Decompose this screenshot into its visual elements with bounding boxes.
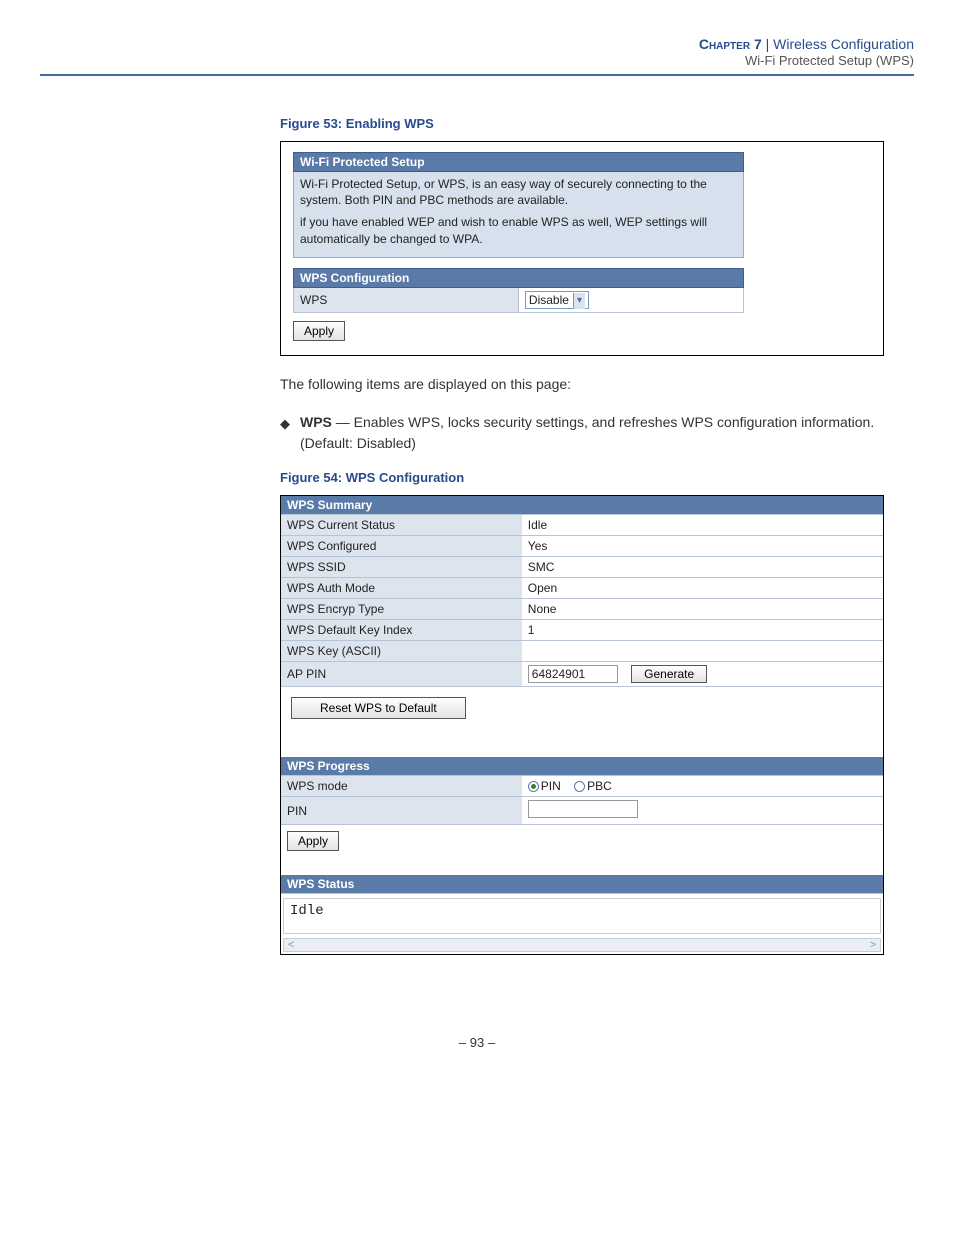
scroll-right-icon[interactable]: > — [866, 939, 880, 951]
scroll-left-icon[interactable]: < — [284, 939, 298, 951]
table-row: AP PIN 64824901 Generate — [281, 662, 883, 687]
header-title: Wireless Configuration — [773, 36, 914, 52]
radio-pbc[interactable] — [574, 781, 585, 792]
wps-desc-2: if you have enabled WEP and wish to enab… — [300, 214, 737, 246]
radio-pin-label: PIN — [541, 779, 561, 793]
radio-pin[interactable] — [528, 781, 539, 792]
wps-status-value: Idle — [283, 898, 881, 934]
generate-button[interactable]: Generate — [631, 665, 707, 683]
bullet-strong: WPS — [300, 414, 332, 430]
apply-progress-button[interactable]: Apply — [287, 831, 339, 851]
table-row: WPS SSIDSMC — [281, 557, 883, 578]
wps-setup-desc: Wi-Fi Protected Setup, or WPS, is an eas… — [293, 172, 744, 258]
page-number: – 93 – — [40, 1035, 914, 1050]
header-subtitle: Wi-Fi Protected Setup (WPS) — [40, 53, 914, 68]
intro-text: The following items are displayed on thi… — [280, 374, 884, 394]
figure53-caption: Figure 53: Enabling WPS — [280, 116, 884, 131]
header-chapter: Chapter 7 — [699, 36, 762, 52]
bullet-wps: ◆ WPS — Enables WPS, locks security sett… — [280, 412, 884, 454]
wps-mode-label: WPS mode — [281, 776, 522, 797]
wps-config-title: WPS Configuration — [294, 268, 744, 287]
table-row: WPS Encryp TypeNone — [281, 599, 883, 620]
wps-status-title: WPS Status — [281, 875, 883, 894]
radio-pbc-label: PBC — [587, 779, 612, 793]
table-row: PIN — [281, 797, 883, 825]
header-sep: | — [766, 36, 770, 52]
ap-pin-label: AP PIN — [281, 662, 522, 687]
table-row: WPS Current StatusIdle — [281, 515, 883, 536]
ap-pin-input[interactable]: 64824901 — [528, 665, 618, 683]
wps-desc-1: Wi-Fi Protected Setup, or WPS, is an eas… — [300, 176, 737, 208]
figure54-box: WPS Summary WPS Current StatusIdle WPS C… — [280, 495, 884, 955]
table-row: WPS Disable▾ — [294, 287, 744, 312]
wps-setup-title: Wi-Fi Protected Setup — [293, 152, 744, 172]
chevron-down-icon: ▾ — [573, 293, 585, 309]
pin-input[interactable] — [528, 800, 638, 818]
scrollbar[interactable]: < > — [283, 938, 881, 952]
table-row: WPS Key (ASCII) — [281, 641, 883, 662]
diamond-icon: ◆ — [280, 414, 290, 454]
wps-config-table: WPS Configuration WPS Disable▾ — [293, 268, 744, 313]
page-header: Chapter 7 | Wireless Configuration Wi-Fi… — [40, 36, 914, 76]
table-row: WPS Auth ModeOpen — [281, 578, 883, 599]
pin-label: PIN — [281, 797, 522, 825]
wps-progress-title: WPS Progress — [281, 757, 883, 776]
table-row: WPS Default Key Index1 — [281, 620, 883, 641]
figure53-box: Wi-Fi Protected Setup Wi-Fi Protected Se… — [280, 141, 884, 356]
wps-select[interactable]: Disable▾ — [525, 291, 589, 309]
wps-summary-title: WPS Summary — [281, 496, 883, 515]
wps-label: WPS — [294, 287, 519, 312]
bullet-text: — Enables WPS, locks security settings, … — [300, 414, 874, 451]
apply-button[interactable]: Apply — [293, 321, 345, 341]
reset-wps-button[interactable]: Reset WPS to Default — [291, 697, 466, 719]
table-row: WPS mode PIN PBC — [281, 776, 883, 797]
table-row: WPS ConfiguredYes — [281, 536, 883, 557]
wps-summary-table: WPS Summary WPS Current StatusIdle WPS C… — [281, 496, 883, 954]
figure54-caption: Figure 54: WPS Configuration — [280, 470, 884, 485]
